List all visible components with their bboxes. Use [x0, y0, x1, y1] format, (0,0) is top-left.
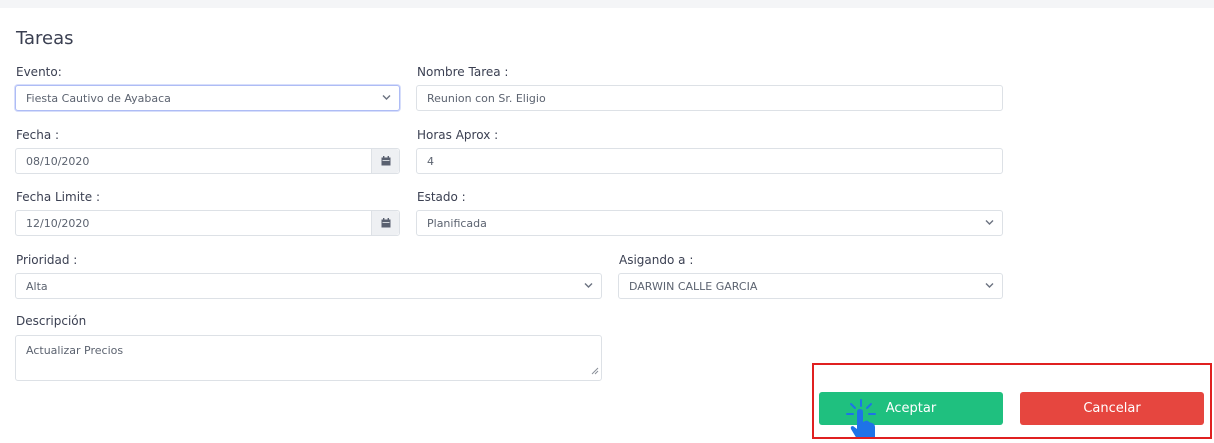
evento-label: Evento: [16, 65, 62, 79]
prioridad-label: Prioridad : [16, 253, 78, 267]
resize-handle-icon[interactable] [591, 365, 599, 378]
asignado-value: DARWIN CALLE GARCIA [629, 279, 758, 293]
horas-aprox-label: Horas Aprox : [417, 128, 499, 142]
evento-value: Fiesta Cautivo de Ayabaca [26, 91, 171, 105]
descripcion-textarea[interactable]: Actualizar Precios [15, 335, 602, 381]
estado-select[interactable]: Planificada [416, 210, 1003, 236]
task-form-panel: Tareas Evento: Fiesta Cautivo de Ayabaca… [0, 8, 1214, 439]
horas-aprox-value: 4 [427, 154, 434, 168]
fecha-label: Fecha : [16, 128, 60, 142]
nombre-tarea-input[interactable]: Reunion con Sr. Eligio [416, 85, 1003, 111]
horas-aprox-input[interactable]: 4 [416, 148, 1003, 174]
fecha-limite-value: 12/10/2020 [26, 216, 90, 230]
asignado-select[interactable]: DARWIN CALLE GARCIA [618, 273, 1003, 299]
page-title: Tareas [16, 28, 74, 49]
chevron-down-icon [985, 281, 994, 292]
prioridad-select[interactable]: Alta [15, 273, 602, 299]
asignado-label: Asigando a : [619, 253, 694, 267]
fecha-value: 08/10/2020 [26, 154, 90, 168]
calendar-icon[interactable] [371, 211, 399, 235]
chevron-down-icon [985, 218, 994, 229]
top-strip [0, 0, 1214, 8]
chevron-down-icon [584, 281, 593, 292]
prioridad-value: Alta [26, 279, 48, 293]
evento-select[interactable]: Fiesta Cautivo de Ayabaca [15, 85, 400, 111]
highlight-box [812, 363, 1212, 439]
calendar-icon[interactable] [371, 149, 399, 173]
nombre-tarea-value: Reunion con Sr. Eligio [427, 91, 546, 105]
descripcion-value: Actualizar Precios [26, 344, 124, 357]
estado-label: Estado : [417, 190, 466, 204]
descripcion-label: Descripción [16, 314, 87, 328]
estado-value: Planificada [427, 216, 487, 230]
fecha-limite-label: Fecha Limite : [16, 190, 100, 204]
nombre-tarea-label: Nombre Tarea : [417, 65, 509, 79]
fecha-limite-input[interactable]: 12/10/2020 [15, 210, 400, 236]
fecha-input[interactable]: 08/10/2020 [15, 148, 400, 174]
chevron-down-icon [382, 93, 391, 104]
